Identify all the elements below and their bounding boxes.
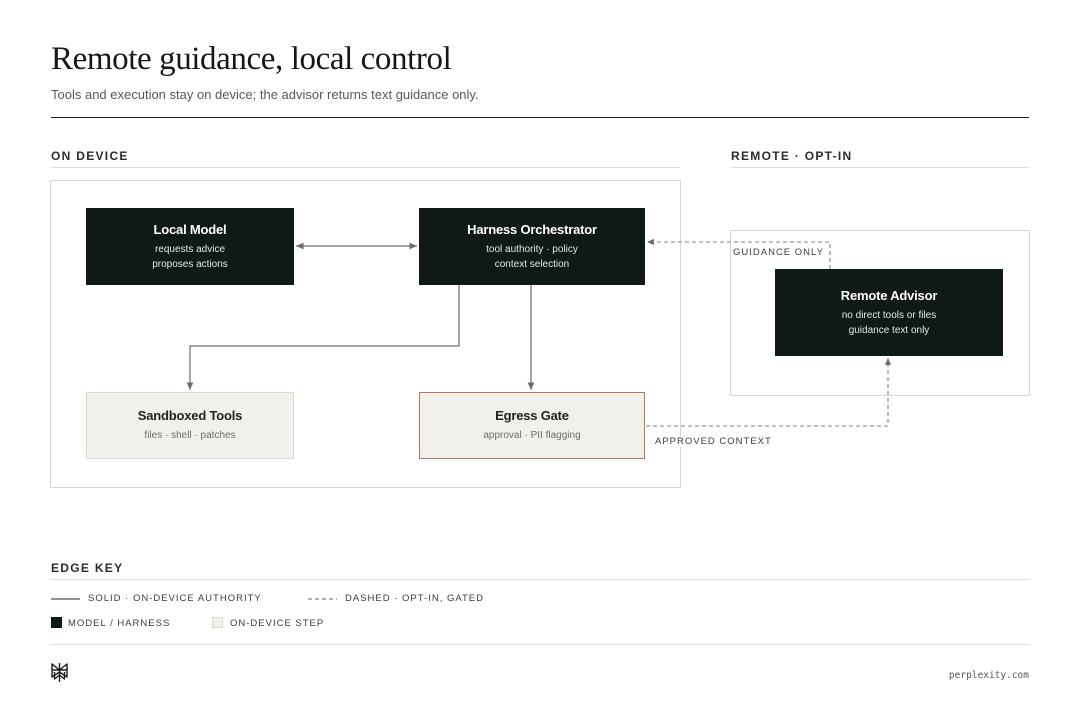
footer-divider [51, 644, 1029, 645]
node-harness-title: Harness Orchestrator [467, 221, 597, 237]
edge-key-title: EDGE KEY [51, 561, 124, 575]
node-sandboxed-tools: Sandboxed Tools files · shell · patches [86, 392, 294, 459]
node-local-model: Local Model requests advice proposes act… [86, 208, 294, 285]
node-advisor-title: Remote Advisor [840, 287, 938, 303]
edge-harness-sandbox [186, 285, 460, 390]
edge-egress-advisor-context [646, 358, 892, 427]
key-swatch-model-harness [51, 617, 62, 628]
node-remote-advisor: Remote Advisor no direct tools or files … [775, 269, 1003, 356]
key-model-harness-label: MODEL / HARNESS [68, 618, 171, 629]
node-harness-orchestrator: Harness Orchestrator tool authority · po… [419, 208, 645, 285]
key-dashed-label: DASHED · OPT-IN, GATED [345, 593, 485, 604]
edge-label-guidance-only: GUIDANCE ONLY [733, 247, 824, 258]
edge-label-approved-context: APPROVED CONTEXT [655, 436, 772, 447]
edge-key-divider [51, 579, 1029, 580]
node-advisor-line-1: no direct tools or files [841, 309, 937, 321]
node-local-model-line-2: proposes actions [152, 258, 228, 270]
node-local-model-title: Local Model [153, 221, 227, 237]
footer-url[interactable]: perplexity.com [949, 670, 1029, 681]
key-on-device-step-label: ON-DEVICE STEP [230, 618, 325, 629]
key-swatch-on-device-step [212, 617, 223, 628]
node-sandbox-title: Sandboxed Tools [137, 408, 243, 423]
node-harness-line-2: context selection [494, 258, 570, 270]
perplexity-logo-icon [51, 663, 68, 682]
node-sandbox-line-1: files · shell · patches [144, 430, 236, 441]
node-local-model-line-1: requests advice [154, 243, 226, 255]
node-egress-line-1: approval · PII flagging [483, 430, 581, 441]
node-egress-title: Egress Gate [495, 408, 569, 423]
node-egress-gate: Egress Gate approval · PII flagging [419, 392, 645, 459]
key-solid-label: SOLID · ON-DEVICE AUTHORITY [88, 593, 262, 604]
node-harness-line-1: tool authority · policy [486, 243, 578, 255]
node-advisor-line-2: guidance text only [848, 324, 930, 336]
diagram-edges [51, 238, 892, 600]
